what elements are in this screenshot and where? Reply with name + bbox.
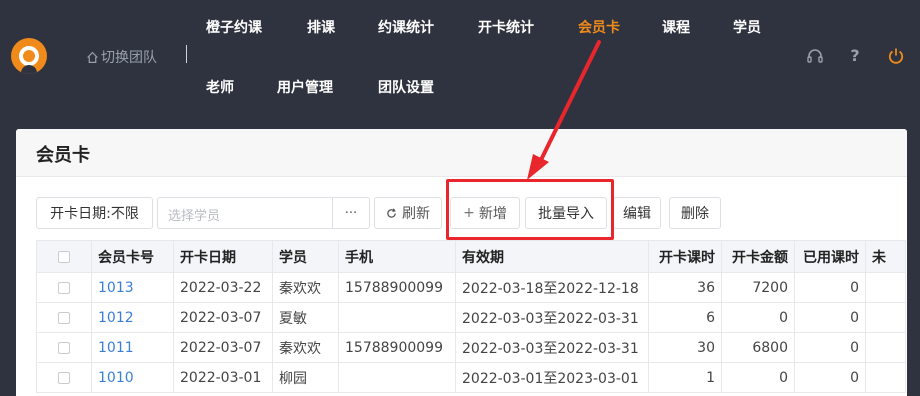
cell-amount: 6800 [721,332,795,363]
nav-user-management[interactable]: 用户管理 [277,77,333,97]
cell-used: 0 [794,332,866,363]
cell-phone [338,302,456,333]
col-card-no[interactable]: 会员卡号 [91,240,174,273]
cell-validity: 2022-03-03至2022-03-31 [455,302,649,333]
cell-remaining [865,332,906,363]
member-card-table: 会员卡号 开卡日期 学员 手机 有效期 开卡课时 开卡金额 已用课时 未 101… [36,240,906,393]
headset-icon[interactable] [806,47,824,65]
more-options-button[interactable]: ··· [332,197,370,229]
table-row[interactable]: 1011 2022-03-07 秦欢欢 15788900099 2022-03-… [36,332,906,363]
col-remaining[interactable]: 未 [865,240,906,273]
nav-team-settings[interactable]: 团队设置 [378,77,434,97]
nav-member-card[interactable]: 会员卡 [578,17,620,37]
row-checkbox[interactable] [36,332,92,363]
cell-amount: 0 [721,302,795,333]
col-validity[interactable]: 有效期 [455,240,649,273]
cell-phone: 15788900099 [338,272,456,303]
cell-student: 柳园 [272,362,339,393]
power-icon[interactable] [887,47,905,65]
refresh-icon [387,207,396,218]
cell-student: 秦欢欢 [272,272,339,303]
member-card-panel: 会员卡 开卡日期:不限 选择学员 ··· 刷新 + 新增 批量导入 编辑 删除 … [16,129,907,396]
student-select-input[interactable]: 选择学员 [157,197,332,229]
cell-validity: 2022-03-01至2023-03-01 [455,362,649,393]
annotation-highlight-box [446,179,614,240]
app-logo [11,38,47,74]
nav-orange-booking[interactable]: 橙子约课 [206,17,262,37]
card-no-link[interactable]: 1011 [91,332,174,363]
col-open-date[interactable]: 开卡日期 [173,240,273,273]
cell-validity: 2022-03-03至2022-03-31 [455,332,649,363]
cell-student: 秦欢欢 [272,332,339,363]
cell-phone: 15788900099 [338,332,456,363]
nav-card-stats[interactable]: 开卡统计 [478,17,534,37]
col-open-hours[interactable]: 开卡课时 [648,240,722,273]
cell-used: 0 [794,272,866,303]
table-row[interactable]: 1013 2022-03-22 秦欢欢 15788900099 2022-03-… [36,272,906,303]
card-no-link[interactable]: 1013 [91,272,174,303]
delete-button[interactable]: 删除 [669,197,721,229]
nav-students[interactable]: 学员 [733,17,761,37]
cell-student: 夏敏 [272,302,339,333]
nav-teachers[interactable]: 老师 [206,77,234,97]
switch-team-link[interactable]: 切换团队 [86,47,157,67]
table-row[interactable]: 1010 2022-03-01 柳园 2022-03-01至2023-03-01… [36,362,906,393]
cell-remaining [865,362,906,393]
cell-hours: 36 [648,272,722,303]
edit-button[interactable]: 编辑 [613,197,661,229]
cell-used: 0 [794,302,866,333]
refresh-label: 刷新 [402,206,430,222]
cell-hours: 1 [648,362,722,393]
card-no-link[interactable]: 1010 [91,362,174,393]
cell-remaining [865,302,906,333]
header-divider [186,45,187,63]
switch-team-label: 切换团队 [101,50,157,66]
cell-open-date: 2022-03-07 [173,332,273,363]
help-icon[interactable]: ? [846,47,864,65]
panel-header [16,129,907,177]
table-row[interactable]: 1012 2022-03-07 夏敏 2022-03-03至2022-03-31… [36,302,906,333]
cell-open-date: 2022-03-22 [173,272,273,303]
col-used-hours[interactable]: 已用课时 [794,240,866,273]
cell-hours: 30 [648,332,722,363]
cell-amount: 7200 [721,272,795,303]
col-student[interactable]: 学员 [272,240,339,273]
refresh-button[interactable]: 刷新 [374,197,442,229]
row-checkbox[interactable] [36,362,92,393]
col-open-amount[interactable]: 开卡金额 [721,240,795,273]
select-all-checkbox[interactable] [36,240,92,273]
row-checkbox[interactable] [36,272,92,303]
cell-used: 0 [794,362,866,393]
col-phone[interactable]: 手机 [338,240,456,273]
date-filter-button[interactable]: 开卡日期:不限 [36,197,153,229]
cell-amount: 0 [721,362,795,393]
home-icon [87,51,98,63]
cell-open-date: 2022-03-01 [173,362,273,393]
cell-open-date: 2022-03-07 [173,302,273,333]
cell-validity: 2022-03-18至2022-12-18 [455,272,649,303]
table-header-row: 会员卡号 开卡日期 学员 手机 有效期 开卡课时 开卡金额 已用课时 未 [36,240,906,273]
row-checkbox[interactable] [36,302,92,333]
cell-remaining [865,272,906,303]
cell-hours: 6 [648,302,722,333]
cell-phone [338,362,456,393]
page-title: 会员卡 [36,145,90,166]
nav-booking-stats[interactable]: 约课统计 [378,17,434,37]
nav-schedule[interactable]: 排课 [307,17,335,37]
nav-courses[interactable]: 课程 [662,17,690,37]
card-no-link[interactable]: 1012 [91,302,174,333]
